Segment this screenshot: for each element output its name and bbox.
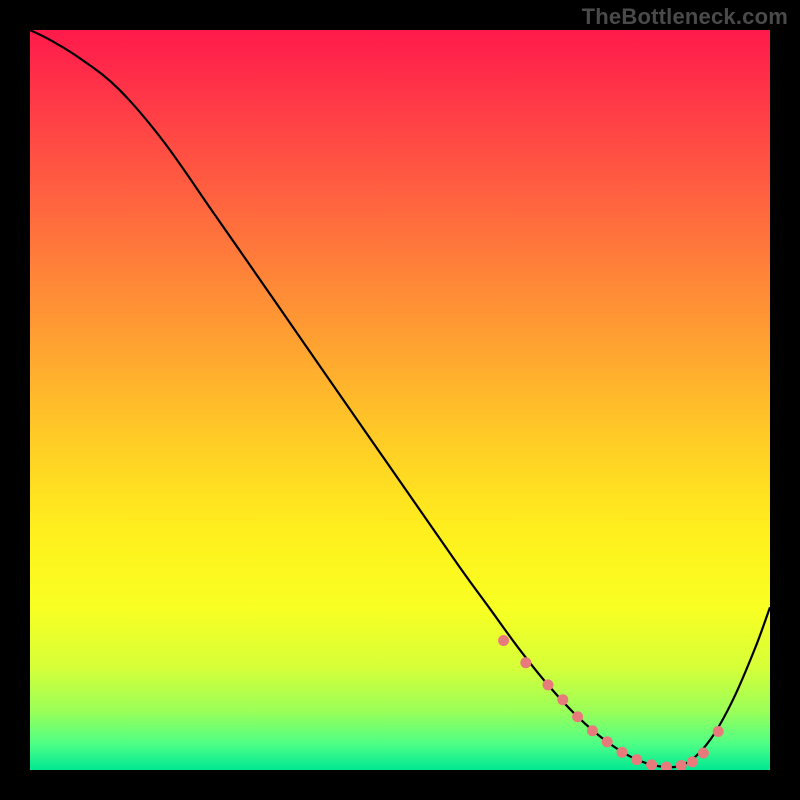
highlight-marker: [617, 747, 628, 758]
highlight-marker: [557, 694, 568, 705]
highlight-marker: [587, 725, 598, 736]
highlight-marker: [498, 635, 509, 646]
highlight-marker: [520, 657, 531, 668]
gradient-background: [30, 30, 770, 770]
chart-svg: [30, 30, 770, 770]
chart-frame: TheBottleneck.com: [0, 0, 800, 800]
highlight-marker: [698, 747, 709, 758]
highlight-marker: [543, 679, 554, 690]
watermark-text: TheBottleneck.com: [582, 4, 788, 30]
highlight-marker: [687, 756, 698, 767]
highlight-marker: [631, 754, 642, 765]
highlight-marker: [602, 736, 613, 747]
highlight-marker: [572, 711, 583, 722]
plot-area: [30, 30, 770, 770]
highlight-marker: [646, 759, 657, 770]
highlight-marker: [713, 726, 724, 737]
